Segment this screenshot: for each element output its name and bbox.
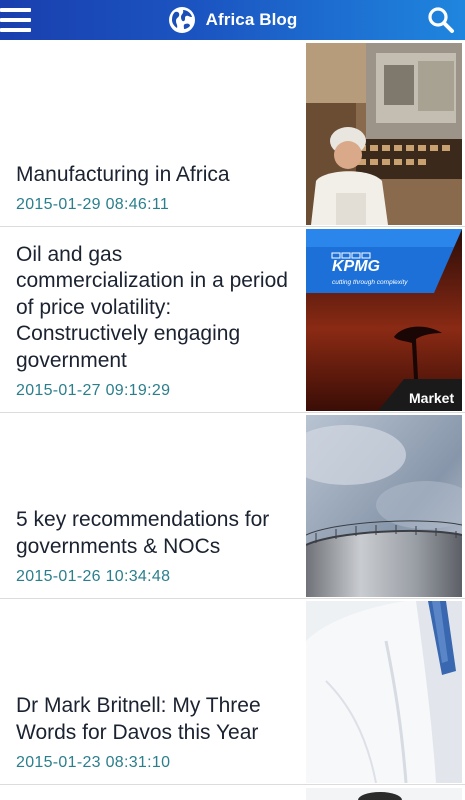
article-title: 5 key recommendations for governments & … <box>16 508 270 558</box>
globe-icon <box>168 7 195 33</box>
article-item[interactable]: Oil and gas commercialization in a perio… <box>0 227 465 413</box>
next-article-peek <box>0 786 465 800</box>
search-icon[interactable] <box>427 6 455 34</box>
article-feed: Manufacturing in Africa 2015-01-29 08:46… <box>0 41 465 785</box>
article-title: Dr Mark Britnell: My Three Words for Dav… <box>16 694 261 744</box>
article-date: 2015-01-27 09:19:29 <box>16 382 171 399</box>
kpmg-logo: KPMG <box>332 258 380 275</box>
oil-storage-tank-image <box>306 415 462 597</box>
article-item[interactable]: 5 key recommendations for governments & … <box>0 413 465 599</box>
kpmg-market-image: KPMG cutting through complexity Market <box>306 229 462 411</box>
doctor-coat-image <box>306 601 462 783</box>
app-bar: Africa Blog <box>0 0 465 40</box>
kpmg-tagline: cutting through complexity <box>332 279 408 286</box>
article-date: 2015-01-23 08:31:10 <box>16 754 171 771</box>
thumb-label: Market <box>409 390 454 406</box>
hamburger-menu-icon[interactable] <box>0 6 32 34</box>
article-title: Oil and gas commercialization in a perio… <box>16 242 288 372</box>
brand: Africa Blog <box>168 6 298 34</box>
article-date: 2015-01-29 08:46:11 <box>16 196 170 213</box>
app-title: Africa Blog <box>205 10 298 29</box>
article-title: Manufacturing in Africa <box>16 162 230 186</box>
article-date: 2015-01-26 10:34:48 <box>16 568 171 585</box>
factory-worker-image <box>306 43 462 225</box>
article-item[interactable]: Dr Mark Britnell: My Three Words for Dav… <box>0 599 465 785</box>
article-item[interactable]: Manufacturing in Africa 2015-01-29 08:46… <box>0 41 465 227</box>
